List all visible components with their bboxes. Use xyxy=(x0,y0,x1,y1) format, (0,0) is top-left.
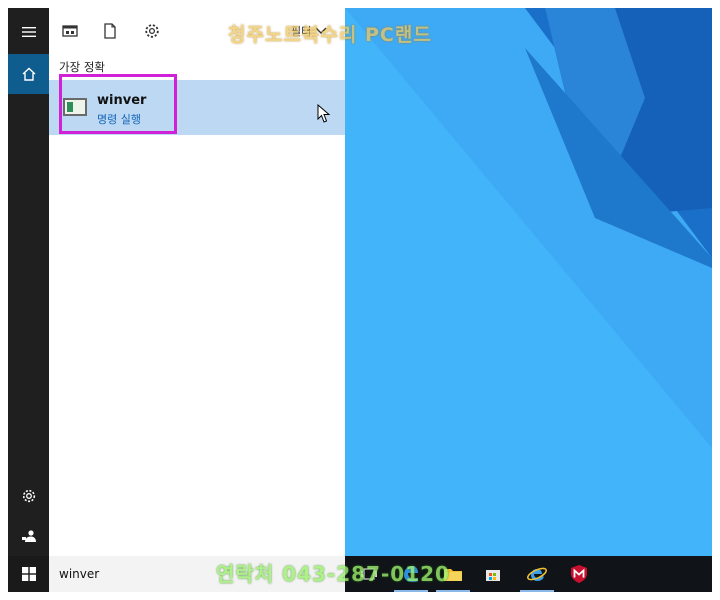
watermark-bottom-text: 연락처 043-287-0120 xyxy=(216,562,450,586)
store-icon xyxy=(486,570,500,581)
mouse-cursor-icon xyxy=(317,104,331,123)
search-box-text: winver xyxy=(59,567,100,581)
hamburger-menu-button[interactable] xyxy=(8,12,49,52)
mcafee-button[interactable] xyxy=(568,563,590,585)
start-search-panel: 필터 가장 정확 winver 명령 실행 xyxy=(49,8,345,556)
wallpaper-graphic xyxy=(345,8,712,556)
start-left-rail xyxy=(8,8,49,556)
user-account-button[interactable] xyxy=(8,516,49,556)
best-match-heading: 가장 정확 xyxy=(59,60,105,74)
home-icon xyxy=(22,67,35,81)
mcafee-icon xyxy=(571,565,587,583)
store-button[interactable] xyxy=(482,563,504,585)
settings-button[interactable] xyxy=(8,476,49,516)
watermark-top-text: 청주노트북수리 PC랜드 xyxy=(228,24,432,46)
internet-explorer-icon xyxy=(527,567,547,581)
home-button[interactable] xyxy=(8,54,49,94)
screenshot-frame: 필터 가장 정확 winver 명령 실행 winver 청주노트북수리 PC랜… xyxy=(8,8,712,592)
windows-logo-icon xyxy=(21,567,36,581)
start-button[interactable] xyxy=(8,556,49,592)
hamburger-menu-icon xyxy=(21,27,36,37)
annotation-highlight-box xyxy=(59,74,177,134)
user-account-icon xyxy=(21,530,36,542)
documents-icon[interactable] xyxy=(101,22,119,40)
internet-explorer-button[interactable] xyxy=(520,563,554,592)
apps-icon[interactable] xyxy=(61,22,79,40)
desktop-wallpaper xyxy=(345,8,712,556)
settings-gear-icon xyxy=(22,489,35,503)
settings-icon[interactable] xyxy=(143,22,161,40)
